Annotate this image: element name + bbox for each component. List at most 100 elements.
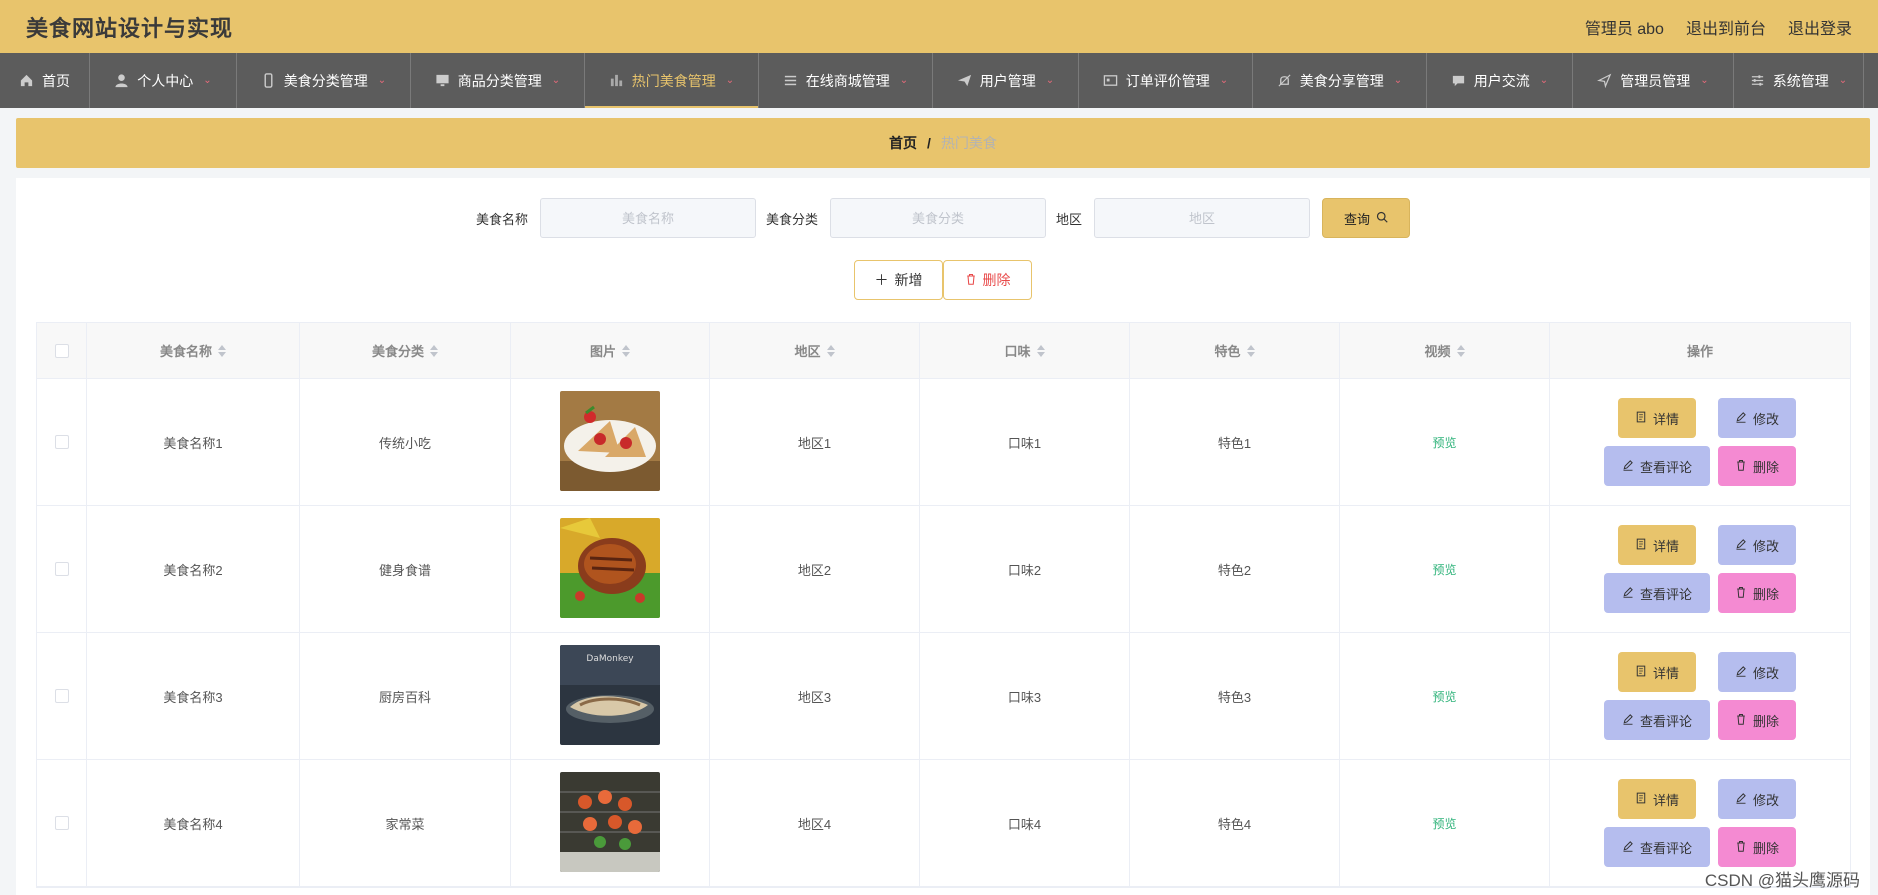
nav-label: 商品分类管理 bbox=[457, 72, 542, 89]
region-input[interactable] bbox=[1094, 198, 1311, 238]
food-category-input[interactable] bbox=[830, 198, 1046, 238]
delete-button[interactable]: 删除 bbox=[1718, 700, 1796, 740]
col-header-label: 美食名称 bbox=[159, 344, 212, 359]
col-header-feature[interactable]: 特色 bbox=[1130, 323, 1340, 378]
row-select-cell bbox=[37, 506, 87, 632]
logout-link[interactable]: 退出登录 bbox=[1788, 15, 1852, 39]
detail-button[interactable]: 详情 bbox=[1618, 398, 1696, 438]
view-reviews-button[interactable]: 查看评论 bbox=[1604, 827, 1710, 867]
cell-feature: 特色1 bbox=[1130, 379, 1340, 505]
nav-hot-food[interactable]: 热门美食管理 ⌄ bbox=[585, 53, 759, 108]
cell-image: DaMonkey bbox=[511, 633, 710, 759]
chevron-down-icon: ⌄ bbox=[899, 75, 909, 86]
nav-personal-center[interactable]: 个人中心 ⌄ bbox=[90, 53, 237, 108]
view-reviews-button[interactable]: 查看评论 bbox=[1604, 573, 1710, 613]
col-header-region[interactable]: 地区 bbox=[710, 323, 920, 378]
navigation-icon bbox=[1597, 73, 1612, 88]
nav-label: 个人中心 bbox=[137, 72, 194, 89]
nav-order-review[interactable]: 订单评价管理 ⌄ bbox=[1079, 53, 1253, 108]
sort-icon bbox=[622, 344, 630, 357]
nav-goods-category[interactable]: 商品分类管理 ⌄ bbox=[411, 53, 585, 108]
document-icon bbox=[1635, 538, 1647, 553]
nav-label: 美食分享管理 bbox=[1299, 72, 1384, 89]
video-preview-link[interactable]: 预览 bbox=[1432, 815, 1456, 832]
cell-feature: 特色2 bbox=[1130, 506, 1340, 632]
nav-food-category[interactable]: 美食分类管理 ⌄ bbox=[237, 53, 411, 108]
user-icon bbox=[114, 73, 129, 88]
row-checkbox[interactable] bbox=[54, 562, 69, 576]
main-nav: 首页 个人中心 ⌄ 美食分类管理 ⌄ 商品分类管理 ⌄ 热门美食管理 ⌄ 在线商… bbox=[0, 53, 1878, 108]
chevron-down-icon: ⌄ bbox=[1393, 75, 1403, 86]
cell-region: 地区3 bbox=[710, 633, 920, 759]
review-label: 查看评论 bbox=[1639, 586, 1692, 602]
delete-label: 删除 bbox=[1752, 840, 1779, 856]
nav-home[interactable]: 首页 bbox=[0, 53, 90, 108]
food-table: 美食名称 美食分类 图片 地区 口味 特色 视频 操作 美食名称1 传统小吃 地… bbox=[36, 322, 1851, 888]
delete-button[interactable]: 删除 bbox=[1718, 827, 1796, 867]
nav-mall[interactable]: 在线商城管理 ⌄ bbox=[759, 53, 933, 108]
col-header-label: 图片 bbox=[589, 344, 616, 359]
col-header-label: 操作 bbox=[1686, 344, 1713, 359]
cell-name: 美食名称2 bbox=[87, 506, 300, 632]
col-header-image[interactable]: 图片 bbox=[511, 323, 710, 378]
col-header-name[interactable]: 美食名称 bbox=[87, 323, 300, 378]
nav-label: 美食分类管理 bbox=[283, 72, 368, 89]
sort-icon bbox=[1246, 344, 1255, 357]
nav-food-share[interactable]: 美食分享管理 ⌄ bbox=[1253, 53, 1427, 108]
view-reviews-button[interactable]: 查看评论 bbox=[1604, 700, 1710, 740]
select-all-checkbox[interactable] bbox=[54, 343, 69, 358]
breadcrumb-home[interactable]: 首页 bbox=[889, 133, 917, 153]
nav-label: 订单评价管理 bbox=[1125, 72, 1210, 89]
pencil-icon bbox=[1735, 665, 1747, 680]
video-preview-link[interactable]: 预览 bbox=[1432, 434, 1456, 451]
trash-icon bbox=[1735, 713, 1747, 728]
food-thumbnail[interactable] bbox=[560, 517, 660, 621]
detail-button[interactable]: 详情 bbox=[1618, 779, 1696, 819]
nav-user-chat[interactable]: 用户交流 ⌄ bbox=[1427, 53, 1573, 108]
chevron-down-icon: ⌄ bbox=[377, 75, 387, 86]
row-checkbox[interactable] bbox=[54, 816, 69, 830]
row-checkbox[interactable] bbox=[54, 435, 69, 449]
pencil-icon bbox=[1622, 459, 1634, 474]
edit-button[interactable]: 修改 bbox=[1718, 525, 1796, 565]
detail-button[interactable]: 详情 bbox=[1618, 652, 1696, 692]
detail-button[interactable]: 详情 bbox=[1618, 525, 1696, 565]
review-label: 查看评论 bbox=[1639, 459, 1692, 475]
query-button[interactable]: 查询 bbox=[1322, 198, 1411, 238]
bell-icon bbox=[1277, 73, 1292, 88]
row-checkbox[interactable] bbox=[54, 689, 69, 703]
add-button[interactable]: ＋ 新增 bbox=[854, 260, 943, 300]
add-label: 新增 bbox=[894, 272, 923, 288]
view-reviews-button[interactable]: 查看评论 bbox=[1604, 446, 1710, 486]
nav-admin[interactable]: 管理员管理 ⌄ bbox=[1573, 53, 1734, 108]
exit-to-front-link[interactable]: 退出到前台 bbox=[1686, 15, 1766, 39]
edit-button[interactable]: 修改 bbox=[1718, 398, 1796, 438]
nav-system[interactable]: 系统管理 ⌄ bbox=[1734, 53, 1864, 108]
chat-icon bbox=[1451, 73, 1466, 88]
food-thumbnail[interactable] bbox=[560, 390, 660, 494]
edit-button[interactable]: 修改 bbox=[1718, 652, 1796, 692]
table-row: 美食名称2 健身食谱 地区2 口味2 特色2 预览 详情 修改 查看评论 删除 bbox=[37, 506, 1850, 633]
col-header-video[interactable]: 视频 bbox=[1340, 323, 1550, 378]
delete-button[interactable]: 删除 bbox=[1718, 446, 1796, 486]
food-thumbnail[interactable]: DaMonkey bbox=[560, 644, 660, 748]
nav-label: 管理员管理 bbox=[1620, 72, 1691, 89]
pencil-icon bbox=[1622, 713, 1634, 728]
trash-icon bbox=[1735, 586, 1747, 601]
chevron-down-icon: ⌄ bbox=[1045, 75, 1055, 86]
delete-button[interactable]: 删除 bbox=[1718, 573, 1796, 613]
cell-taste: 口味4 bbox=[920, 760, 1130, 886]
video-preview-link[interactable]: 预览 bbox=[1432, 561, 1456, 578]
edit-label: 修改 bbox=[1752, 411, 1779, 427]
col-header-category[interactable]: 美食分类 bbox=[300, 323, 511, 378]
video-preview-link[interactable]: 预览 bbox=[1432, 688, 1456, 705]
pencil-icon bbox=[1622, 840, 1634, 855]
breadcrumb-separator: / bbox=[927, 135, 931, 151]
edit-button[interactable]: 修改 bbox=[1718, 779, 1796, 819]
nav-users[interactable]: 用户管理 ⌄ bbox=[933, 53, 1079, 108]
food-thumbnail[interactable] bbox=[560, 771, 660, 875]
review-label: 查看评论 bbox=[1639, 840, 1692, 856]
batch-delete-button[interactable]: 删除 bbox=[943, 260, 1032, 300]
col-header-taste[interactable]: 口味 bbox=[920, 323, 1130, 378]
food-name-input[interactable] bbox=[539, 198, 756, 238]
